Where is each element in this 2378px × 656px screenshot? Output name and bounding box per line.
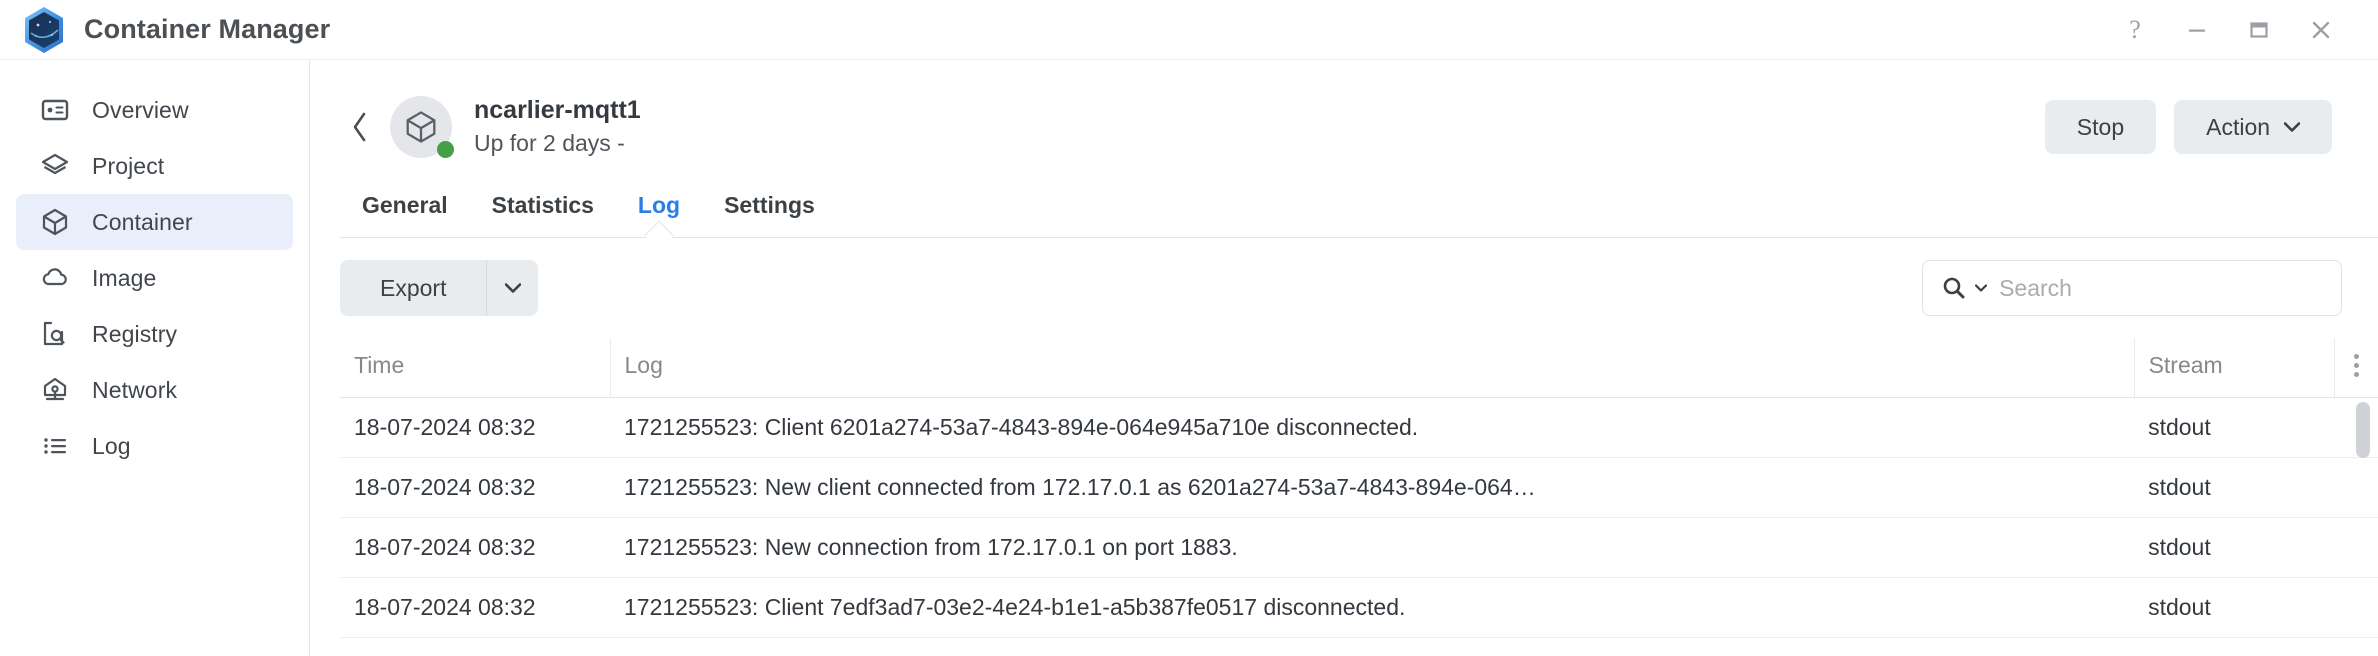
cell-time: 18-07-2024 08:32 [340,397,610,458]
log-table: Time Log Stream 18-07-2024 08:32 1721255… [340,338,2378,638]
app-title: Container Manager [84,14,331,44]
search-input[interactable] [1999,274,2326,302]
cell-time: 18-07-2024 08:32 [340,577,610,638]
close-button[interactable] [2290,7,2352,53]
cell-stream: stdout [2134,397,2335,458]
table-row[interactable]: 18-07-2024 08:32 1721255523: Client 7edf… [340,577,2378,638]
search-icon [1941,275,1967,301]
overview-card-icon [38,93,72,127]
sidebar-item-label: Overview [92,96,189,123]
column-header-time[interactable]: Time [340,338,611,398]
table-row[interactable]: 18-07-2024 08:32 1721255523: Client 6201… [340,397,2378,458]
stop-button[interactable]: Stop [2044,100,2157,154]
minimize-icon [2189,29,2205,32]
log-table-body: 18-07-2024 08:32 1721255523: Client 6201… [340,397,2378,638]
cell-stream: stdout [2134,577,2335,638]
maximize-icon [2250,21,2268,38]
search-scope-caret-icon[interactable] [1975,284,1988,292]
log-toolbar: Export [310,238,2378,338]
container-manager-window: Container Manager ? Overview Project Con… [0,0,2378,656]
sidebar-item-registry[interactable]: Registry [16,306,293,362]
table-row[interactable]: 18-07-2024 08:32 1721255523: New connect… [340,517,2378,578]
minimize-button[interactable] [2166,7,2228,53]
container-name: ncarlier-mqtt1 [474,95,641,124]
cell-stream: stdout [2134,517,2335,578]
container-titles: ncarlier-mqtt1 Up for 2 days - [474,95,641,159]
export-split-button: Export [340,260,539,316]
cell-stream: stdout [2134,457,2335,518]
tab-log[interactable]: Log [616,182,702,237]
cell-time: 18-07-2024 08:32 [340,457,610,518]
scrollbar-thumb[interactable] [2356,402,2371,458]
column-header-log[interactable]: Log [610,338,2135,398]
table-header-row: Time Log Stream [340,338,2378,398]
sidebar-item-network[interactable]: Network [16,362,293,418]
sidebar-item-log[interactable]: Log [16,418,293,474]
tab-general[interactable]: General [340,182,470,237]
detail-tabs: General Statistics Log Settings [310,164,2378,237]
container-avatar [390,96,454,158]
sidebar-item-overview[interactable]: Overview [16,82,293,138]
table-row[interactable]: 18-07-2024 08:32 1721255523: New client … [340,457,2378,518]
title-bar: Container Manager ? [0,0,2378,60]
cell-time: 18-07-2024 08:32 [340,517,610,578]
cell-log: 1721255523: New client connected from 17… [610,457,2135,518]
search-box[interactable] [1922,260,2343,316]
cloud-icon [38,261,72,295]
cell-log: 1721255523: Client 6201a274-53a7-4843-89… [610,397,2135,458]
maximize-button[interactable] [2228,7,2290,53]
sidebar-item-label: Log [92,432,131,459]
sidebar-item-image[interactable]: Image [16,250,293,306]
table-vertical-scrollbar[interactable] [2356,402,2371,656]
export-dropdown-button[interactable] [486,260,539,316]
tab-settings[interactable]: Settings [702,182,837,237]
container-manager-logo-icon [22,6,66,54]
container-detail-header: ncarlier-mqtt1 Up for 2 days - Stop Acti… [310,60,2378,164]
registry-search-icon [38,317,72,351]
sidebar-item-label: Network [92,376,178,403]
kebab-menu-icon [2335,354,2378,377]
main-content: ncarlier-mqtt1 Up for 2 days - Stop Acti… [310,60,2378,656]
cell-log: 1721255523: New connection from 172.17.0… [610,517,2135,578]
help-button[interactable]: ? [2104,7,2166,53]
column-header-stream[interactable]: Stream [2134,338,2335,398]
cell-log: 1721255523: Client 7edf3ad7-03e2-4e24-b1… [610,577,2135,638]
sidebar-item-label: Container [92,208,193,235]
close-icon [2312,21,2330,38]
sidebar-item-label: Project [92,152,165,179]
back-button[interactable] [340,107,380,147]
caret-down-icon [504,283,521,293]
sidebar: Overview Project Container Image Registr… [0,60,310,656]
tab-statistics[interactable]: Statistics [470,182,616,237]
export-button[interactable]: Export [340,260,487,316]
network-icon [38,373,72,407]
window-controls: ? [2104,7,2352,53]
layers-icon [38,149,72,183]
list-icon [38,429,72,463]
header-actions: Stop Action [2044,100,2333,154]
cube-icon [38,205,72,239]
column-options-button[interactable] [2334,338,2378,398]
action-menu-label: Action [2206,113,2271,140]
caret-down-icon [2284,122,2301,132]
sidebar-item-label: Registry [92,320,178,347]
container-uptime: Up for 2 days - [474,130,625,157]
log-table-container: Time Log Stream 18-07-2024 08:32 1721255… [310,338,2378,656]
status-indicator-running [437,141,454,158]
action-menu-button[interactable]: Action [2174,100,2333,154]
chevron-left-icon [353,112,366,142]
sidebar-item-container[interactable]: Container [16,194,293,250]
sidebar-item-label: Image [92,264,157,291]
sidebar-item-project[interactable]: Project [16,138,293,194]
window-body: Overview Project Container Image Registr… [0,60,2378,656]
